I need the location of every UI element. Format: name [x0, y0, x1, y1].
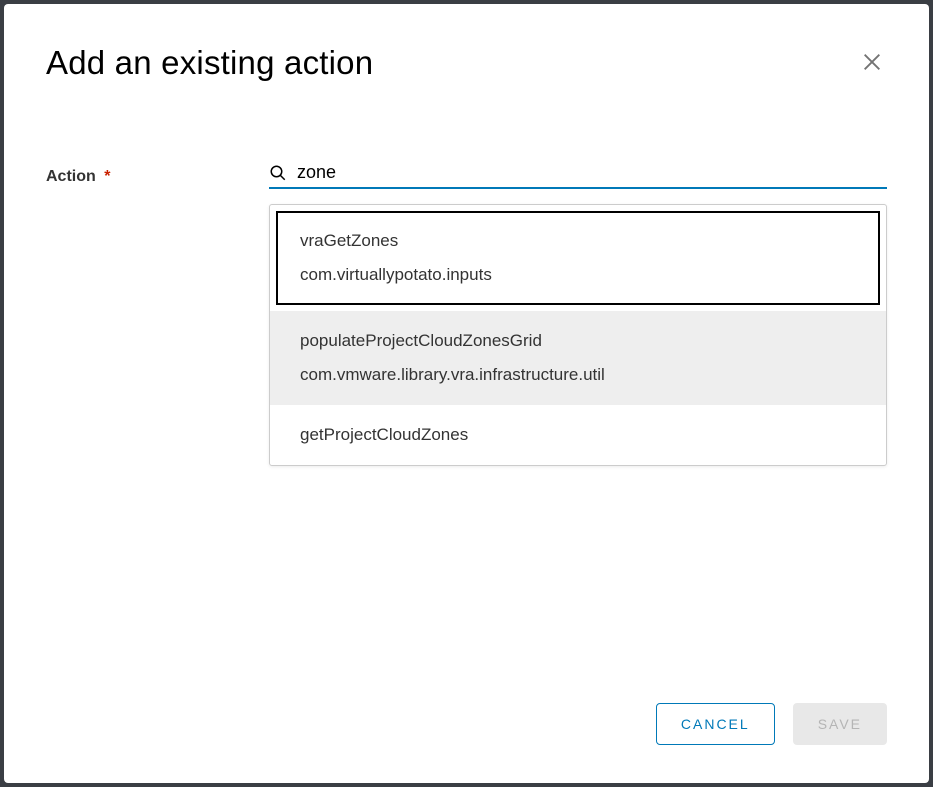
- option-name: getProjectCloudZones: [300, 425, 856, 445]
- option-namespace: com.virtuallypotato.inputs: [300, 265, 856, 285]
- dropdown-option[interactable]: populateProjectCloudZonesGrid com.vmware…: [270, 311, 886, 405]
- cancel-button[interactable]: CANCEL: [656, 703, 775, 745]
- search-icon: [269, 164, 287, 182]
- modal-header: Add an existing action: [46, 44, 887, 82]
- search-input-wrap: [269, 162, 887, 189]
- action-search-input[interactable]: [297, 162, 887, 183]
- modal-dialog: Add an existing action Action *: [4, 4, 929, 783]
- modal-title: Add an existing action: [46, 44, 373, 82]
- option-name: populateProjectCloudZonesGrid: [300, 331, 856, 351]
- action-field-row: Action * vraGetZones com.virtuallypotato…: [46, 162, 887, 189]
- action-dropdown: vraGetZones com.virtuallypotato.inputs p…: [269, 204, 887, 466]
- required-asterisk: *: [104, 168, 110, 185]
- modal-footer: CANCEL SAVE: [46, 703, 887, 745]
- save-button[interactable]: SAVE: [793, 703, 887, 745]
- close-button[interactable]: [857, 47, 887, 80]
- close-icon: [861, 51, 883, 76]
- field-label-text: Action: [46, 168, 96, 185]
- option-namespace: com.vmware.library.vra.infrastructure.ut…: [300, 365, 856, 385]
- dropdown-option[interactable]: getProjectCloudZones: [270, 405, 886, 465]
- option-name: vraGetZones: [300, 231, 856, 251]
- action-field-control: vraGetZones com.virtuallypotato.inputs p…: [269, 162, 887, 189]
- action-field-label: Action *: [46, 162, 269, 186]
- dropdown-option[interactable]: vraGetZones com.virtuallypotato.inputs: [276, 211, 880, 305]
